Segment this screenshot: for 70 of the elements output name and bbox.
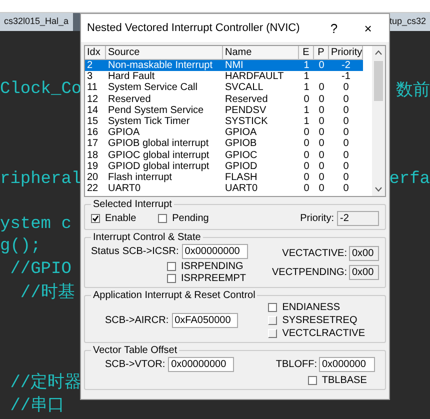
column-header[interactable]: P [314, 46, 329, 60]
checkbox[interactable]: SYSRESETREQ [268, 315, 365, 326]
checkbox-box [268, 303, 278, 312]
interrupt-row[interactable]: 3 Hard Fault HARDFAULT 1 -1 [85, 71, 363, 82]
interrupt-row[interactable]: 22 UART0 UART0 0 0 0 [85, 183, 363, 194]
field-label: VECTPENDING: [272, 267, 347, 278]
code-line: Clock_Co [0, 80, 82, 99]
code-line: //时基 [19, 282, 75, 304]
field-label: SCB->AIRCR: [105, 315, 169, 326]
interrupt-row[interactable]: 18 GPIOC global interrupt GPIOC 0 0 0 [85, 150, 363, 161]
checkbox[interactable]: Pending [158, 213, 209, 224]
field-label: SCB->ICSR: [122, 246, 179, 257]
checkbox[interactable]: VECTCLRACTIVE [268, 328, 365, 339]
interrupt-row[interactable]: 12 Reserved Reserved 0 0 0 [85, 94, 363, 105]
field-label: Priority: [300, 213, 334, 224]
vectpending-field[interactable]: 0x00 [349, 265, 379, 280]
aircr-field[interactable]: 0xFA050000 [172, 313, 238, 328]
scroll-thumb[interactable] [374, 61, 383, 101]
column-header[interactable]: Name [223, 46, 299, 60]
column-header[interactable]: E [299, 46, 314, 60]
checkbox-box [268, 329, 278, 338]
checkbox-box [167, 274, 176, 283]
column-header[interactable]: Priority [329, 46, 363, 60]
group-title: Vector Table Offset [92, 345, 178, 356]
icsr-field[interactable]: 0x00000000 [182, 244, 248, 259]
interrupt-row[interactable]: 11 System Service Call SVCALL 1 0 0 [85, 82, 363, 94]
group-title: Application Interrupt & Reset Control [92, 290, 256, 301]
interrupt-row[interactable]: 14 Pend System Service PENDSV 1 0 0 [85, 104, 363, 116]
code-line: //GPIO [9, 260, 72, 279]
field-label: TBLOFF: [276, 359, 317, 370]
checkbox[interactable]: ISRPREEMPT [167, 273, 248, 284]
vtor-field[interactable]: 0x00000000 [168, 357, 234, 372]
checkbox-box [308, 376, 317, 385]
group-title: Selected Interrupt [92, 199, 173, 210]
field-label: VECTACTIVE: [282, 248, 347, 259]
checkbox[interactable]: Enable [91, 213, 136, 224]
interrupt-row[interactable]: 17 GPIOB global interrupt GPIOB 0 0 0 [85, 138, 363, 150]
code-line: ripheral [0, 170, 82, 189]
checkbox[interactable]: TBLBASE [308, 375, 375, 386]
code-line: ystem c [0, 214, 72, 234]
file-tab[interactable]: cs32l015_Hal_a [0, 13, 73, 31]
column-header[interactable]: Idx [85, 46, 106, 60]
checkbox-box [268, 316, 278, 325]
column-header[interactable]: Source [106, 46, 223, 60]
interrupt-row[interactable]: 15 System Tick Timer SYSTICK 1 0 0 [85, 116, 363, 128]
interrupt-row[interactable]: 19 GPIOD global interrupt GPIOD 0 0 0 [85, 160, 363, 172]
checkbox[interactable]: ENDIANESS [268, 302, 365, 313]
close-button[interactable]: × [353, 20, 383, 36]
priority-field[interactable]: -2 [337, 211, 379, 226]
code-line: //定时器 [9, 372, 82, 394]
field-label: Status [91, 246, 120, 257]
code-line: 数前 [396, 80, 430, 101]
code-line: //串口 [9, 395, 65, 416]
window-title: Nested Vectored Interrupt Controller (NVIC) [87, 22, 301, 34]
tbloff-field[interactable]: 0x000000 [319, 357, 375, 372]
code-line: g(); [0, 237, 41, 256]
scroll-down-icon[interactable] [375, 187, 382, 192]
group-title: Interrupt Control & State [92, 232, 202, 243]
checkbox-box [167, 262, 176, 271]
vectactive-field[interactable]: 0x00 [349, 246, 379, 261]
interrupt-row[interactable]: 16 GPIOA GPIOA 0 0 0 [85, 127, 363, 138]
interrupt-row[interactable]: 2 Non-maskable Interrupt NMI 1 0 -2 [85, 60, 363, 72]
code-line: erfa [389, 170, 430, 189]
checkbox-box [158, 214, 168, 223]
help-button[interactable]: ? [319, 20, 349, 36]
scrollbar[interactable] [372, 46, 385, 196]
scroll-up-icon[interactable] [375, 50, 382, 55]
interrupt-row[interactable]: 20 Flash interrupt FLASH 0 0 0 [85, 172, 363, 184]
field-label: SCB->VTOR: [105, 359, 166, 370]
checkbox[interactable]: ISRPENDING [167, 261, 248, 272]
